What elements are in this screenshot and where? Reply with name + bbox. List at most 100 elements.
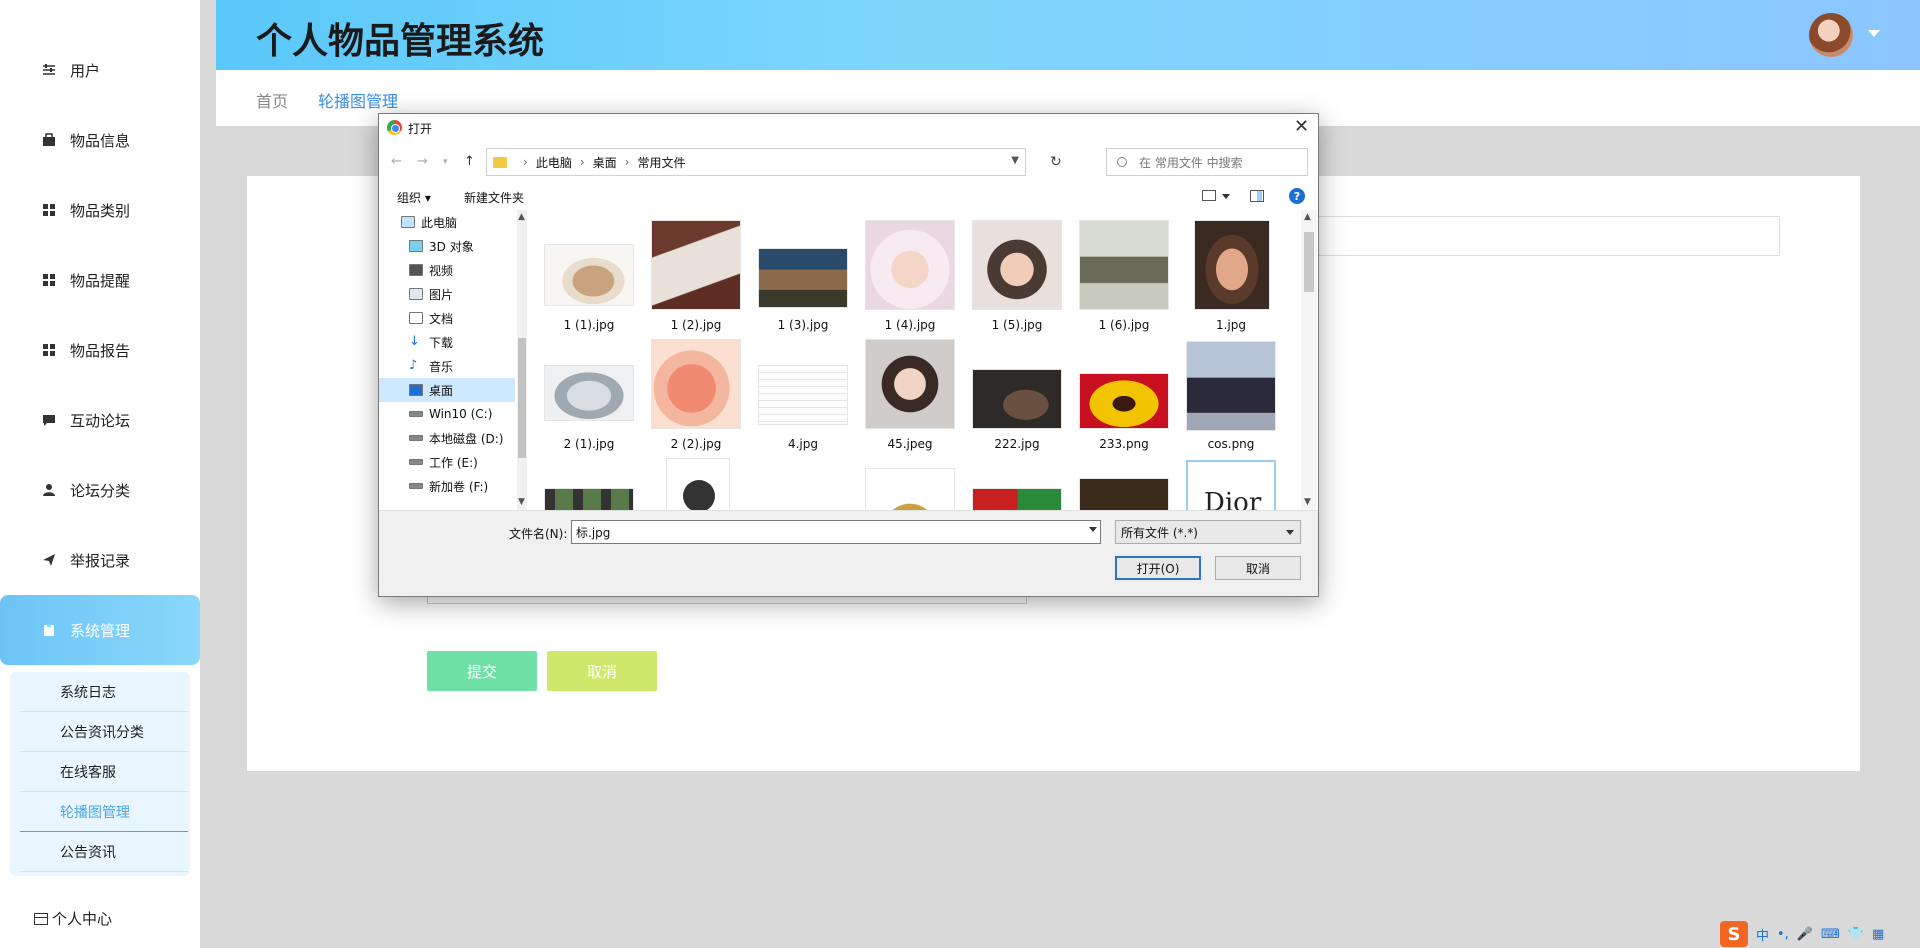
organize-menu[interactable]: 组织 ▾	[397, 189, 431, 206]
submenu-panel: 系统日志 公告资讯分类 在线客服 轮播图管理 公告资讯	[10, 672, 190, 876]
tree-item-documents[interactable]: 文档	[379, 306, 515, 330]
tree-item-videos[interactable]: 视频	[379, 258, 515, 282]
tree-item-pictures[interactable]: 图片	[379, 282, 515, 306]
help-icon[interactable]: ?	[1289, 188, 1305, 204]
file-item[interactable]: 1 (1).jpg	[534, 220, 634, 338]
refresh-icon[interactable]: ↻	[1050, 154, 1062, 170]
file-item[interactable]	[1069, 458, 1169, 510]
file-thumbnail	[758, 365, 848, 425]
chevron-down-icon[interactable]: ▼	[1011, 155, 1019, 166]
file-item[interactable]	[855, 458, 955, 510]
filename-input[interactable]: 标.jpg	[571, 520, 1101, 544]
submenu-item-announcement[interactable]: 公告资讯	[20, 832, 188, 872]
tree-item-downloads[interactable]: ↓ 下载	[379, 330, 515, 354]
file-item[interactable]: 1 (3).jpg	[748, 220, 848, 338]
tree-item-drive-e[interactable]: 工作 (E:)	[379, 450, 515, 474]
nav-scrollbar[interactable]: ▲ ▼	[517, 210, 527, 510]
dialog-cancel-button[interactable]: 取消	[1215, 556, 1301, 580]
chevron-up-icon[interactable]: ▲	[1304, 212, 1311, 222]
sidebar-item-forum[interactable]: 互动论坛	[0, 385, 200, 455]
file-name: 1 (5).jpg	[991, 318, 1043, 332]
form-textarea[interactable]	[427, 596, 1027, 604]
submenu-item-system-log[interactable]: 系统日志	[20, 672, 188, 712]
file-grid-scrollbar[interactable]: ▲ ▼	[1301, 210, 1317, 510]
ime-language-indicator[interactable]: 中	[1756, 925, 1769, 944]
file-type-select[interactable]: 所有文件 (*.*)	[1115, 520, 1301, 544]
chevron-down-icon[interactable]	[1868, 30, 1880, 37]
file-item[interactable]: 2 (1).jpg	[534, 339, 634, 457]
sidebar-item-label: 物品类别	[70, 201, 131, 220]
sidebar-item-label: 物品信息	[70, 131, 131, 150]
avatar[interactable]	[1809, 13, 1853, 57]
personal-center-link[interactable]: 个人中心	[34, 908, 112, 929]
file-thumbnail	[544, 244, 634, 306]
microphone-icon[interactable]: 🎤	[1797, 927, 1813, 942]
sidebar-item-item-report[interactable]: 物品报告	[0, 315, 200, 385]
tree-item-music[interactable]: ♪ 音乐	[379, 354, 515, 378]
sidebar-item-report-records[interactable]: 举报记录	[0, 525, 200, 595]
chevron-down-icon[interactable]	[1089, 527, 1097, 532]
file-item[interactable]: 222.jpg	[962, 339, 1062, 457]
tree-item-desktop[interactable]: 桌面	[379, 378, 515, 402]
file-item[interactable]: 1.jpg	[1176, 220, 1276, 338]
tree-item-drive-f[interactable]: 新加卷 (F:)	[379, 474, 515, 498]
sidebar-item-item-category[interactable]: 物品类别	[0, 175, 200, 245]
chevron-down-icon[interactable]: ▼	[518, 497, 525, 507]
address-bar[interactable]: › 此电脑 › 桌面 › 常用文件 ▼	[486, 148, 1026, 176]
submenu-item-announcement-category[interactable]: 公告资讯分类	[20, 712, 188, 752]
file-item[interactable]: 1 (2).jpg	[641, 220, 741, 338]
file-item[interactable]: 1 (6).jpg	[1069, 220, 1169, 338]
sidebar-item-item-reminder[interactable]: 物品提醒	[0, 245, 200, 315]
path-segment[interactable]: 此电脑	[536, 154, 572, 171]
file-item[interactable]: 45.jpeg	[855, 339, 955, 457]
breadcrumb-home[interactable]: 首页	[256, 88, 288, 112]
skin-icon[interactable]: 👕	[1848, 927, 1864, 942]
file-item[interactable]	[534, 458, 634, 510]
preview-pane-icon[interactable]	[1250, 190, 1264, 202]
file-item[interactable]	[641, 458, 741, 510]
back-arrow-icon[interactable]: ←	[391, 154, 402, 169]
chevron-up-icon[interactable]: ▲	[518, 212, 525, 222]
sidebar-item-system[interactable]: 系统管理	[0, 595, 200, 665]
file-item[interactable]: 2 (2).jpg	[641, 339, 741, 457]
tree-item-drive-d[interactable]: 本地磁盘 (D:)	[379, 426, 515, 450]
sidebar-item-item-info[interactable]: 物品信息	[0, 105, 200, 175]
forward-arrow-icon[interactable]: →	[417, 154, 428, 169]
nav-scroll-thumb[interactable]	[518, 338, 526, 458]
cancel-button[interactable]: 取消	[547, 651, 657, 691]
submenu-item-carousel[interactable]: 轮播图管理	[20, 792, 188, 832]
path-segment[interactable]: 常用文件	[637, 154, 685, 171]
file-item[interactable]: 1 (4).jpg	[855, 220, 955, 338]
sidebar-item-forum-category[interactable]: 论坛分类	[0, 455, 200, 525]
toolbox-icon[interactable]: ▦	[1872, 927, 1884, 942]
sidebar-item-users[interactable]: 用户	[0, 35, 200, 105]
file-item[interactable]: Dior	[1176, 458, 1276, 510]
keyboard-icon[interactable]: ⌨	[1821, 927, 1840, 942]
path-segment[interactable]: 桌面	[593, 154, 617, 171]
file-item[interactable]	[962, 458, 1062, 510]
view-mode-icon[interactable]	[1202, 190, 1216, 201]
up-arrow-icon[interactable]: ↑	[464, 154, 475, 169]
tree-item-this-pc[interactable]: 此电脑	[379, 210, 515, 234]
close-icon[interactable]: ✕	[1294, 118, 1309, 136]
open-button[interactable]: 打开(O)	[1115, 556, 1201, 580]
search-input[interactable]: 在 常用文件 中搜索	[1106, 148, 1308, 176]
file-item[interactable]: cos.png	[1176, 339, 1276, 457]
file-item[interactable]: 233.png	[1069, 339, 1169, 457]
file-name: 1 (4).jpg	[884, 318, 936, 332]
punctuation-icon[interactable]: •,	[1777, 927, 1789, 942]
tree-item-drive-c[interactable]: Win10 (C:)	[379, 402, 515, 426]
file-grid-scroll-thumb[interactable]	[1304, 232, 1314, 292]
file-thumbnail	[651, 339, 741, 429]
sogou-ime-icon[interactable]: S	[1720, 921, 1748, 947]
filename-label: 文件名(N):	[509, 527, 568, 541]
new-folder-button[interactable]: 新建文件夹	[464, 189, 524, 206]
recent-dropdown-icon[interactable]: ▾	[443, 157, 448, 167]
file-item[interactable]: 4.jpg	[748, 339, 848, 457]
submit-button[interactable]: 提交	[427, 651, 537, 691]
chevron-down-icon[interactable]	[1222, 194, 1230, 199]
submenu-item-online-service[interactable]: 在线客服	[20, 752, 188, 792]
chevron-down-icon[interactable]: ▼	[1304, 497, 1311, 507]
tree-item-3d-objects[interactable]: 3D 对象	[379, 234, 515, 258]
file-item[interactable]: 1 (5).jpg	[962, 220, 1062, 338]
